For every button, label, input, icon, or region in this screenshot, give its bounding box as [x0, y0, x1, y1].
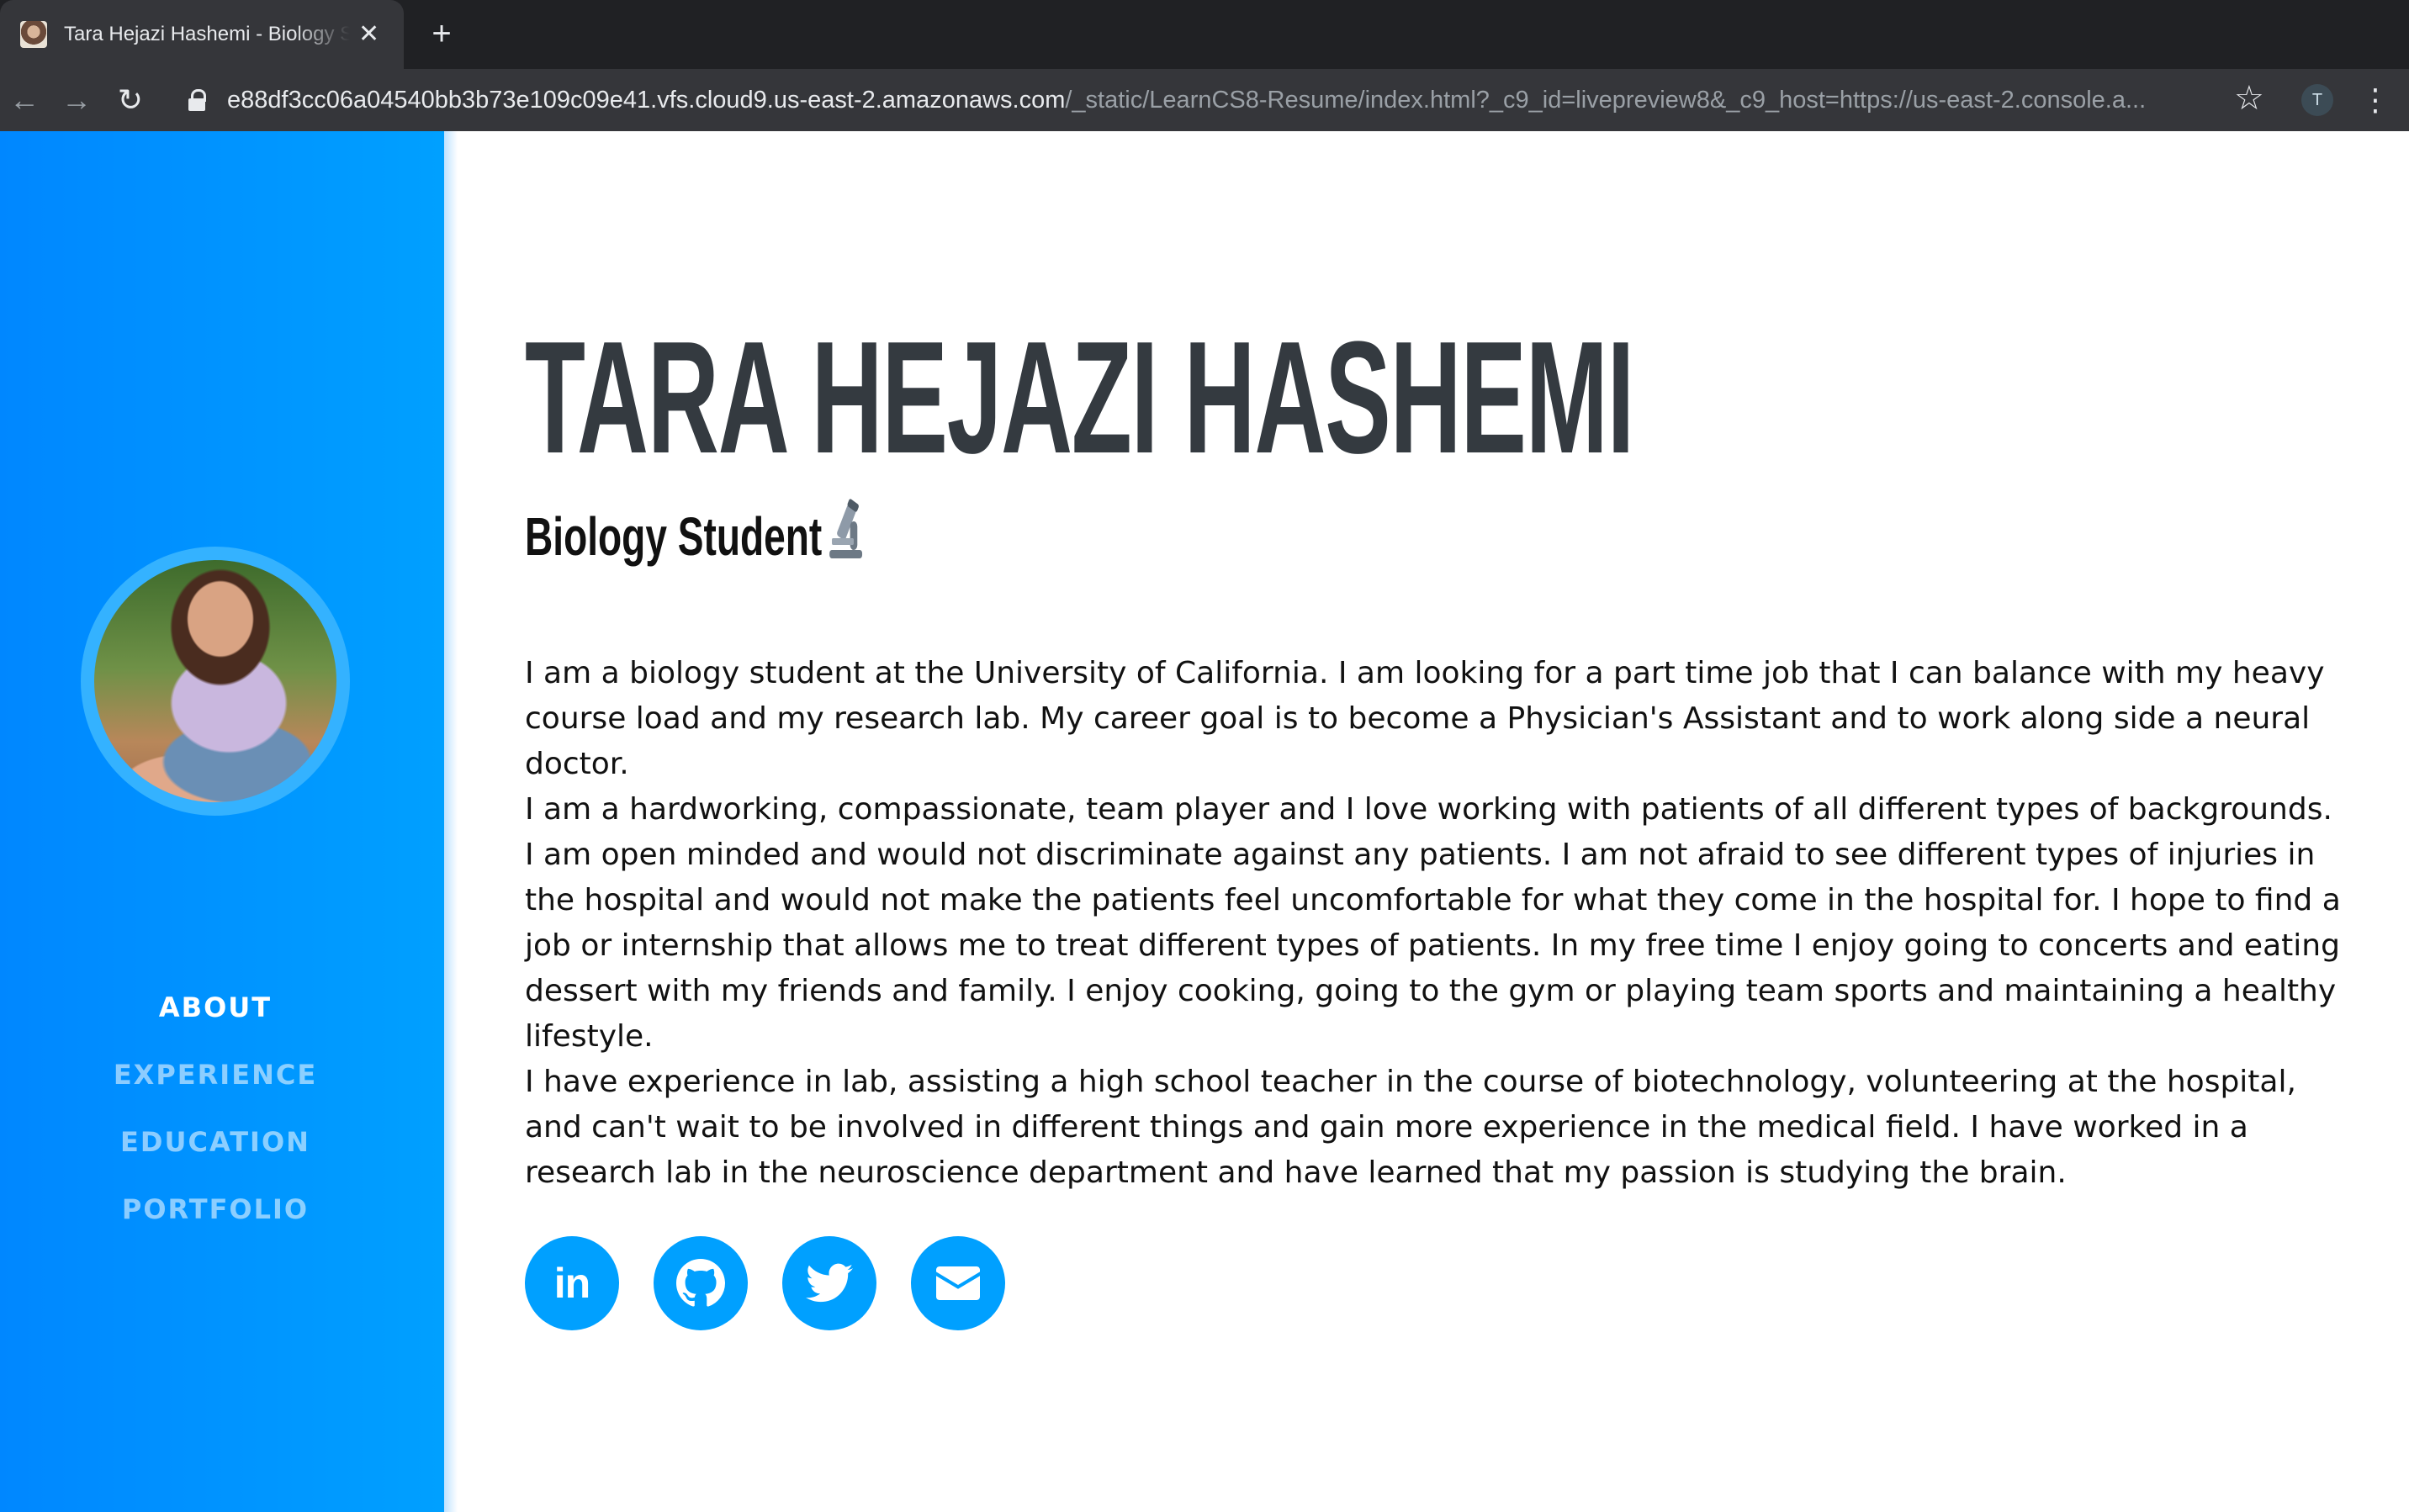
sidebar: ABOUT EXPERIENCE EDUCATION PORTFOLIO — [0, 131, 458, 1512]
profile-avatar[interactable]: T — [2301, 84, 2333, 116]
linkedin-button[interactable]: in — [525, 1236, 619, 1330]
browser-tab[interactable]: Tara Hejazi Hashemi - Biology Student ✕ — [0, 0, 404, 69]
forward-button[interactable]: → — [57, 81, 96, 119]
nav-item-about[interactable]: ABOUT — [0, 982, 431, 1049]
favicon-icon — [20, 21, 47, 48]
lock-icon[interactable] — [185, 87, 209, 113]
about-paragraph-1: I am a biology student at the University… — [525, 656, 2325, 781]
tab-title: Tara Hejazi Hashemi - Biology Student — [64, 23, 350, 45]
bookmark-star-icon[interactable]: ☆ — [2234, 79, 2264, 118]
twitter-icon — [806, 1263, 853, 1303]
page-title: TARA HEJAZI HASHEMI — [525, 309, 1634, 487]
github-icon — [676, 1259, 725, 1307]
nav-item-portfolio[interactable]: PORTFOLIO — [0, 1184, 431, 1251]
profile-photo — [94, 560, 336, 802]
url-path: /_static/LearnCS8-Resume/index.html?_c9_… — [1065, 86, 2147, 114]
email-icon — [936, 1266, 980, 1300]
browser-menu-icon[interactable]: ⋮ — [2360, 81, 2390, 119]
social-links: in — [525, 1236, 1005, 1330]
new-tab-button[interactable]: + — [424, 17, 459, 52]
linkedin-icon: in — [553, 1260, 590, 1307]
nav-item-education[interactable]: EDUCATION — [0, 1117, 431, 1184]
profile-photo-frame — [81, 547, 350, 816]
microscope-icon — [827, 498, 865, 560]
about-paragraph-3: I have experience in lab, assisting a hi… — [525, 1065, 2296, 1190]
nav-item-experience[interactable]: EXPERIENCE — [0, 1049, 431, 1117]
sidebar-nav: ABOUT EXPERIENCE EDUCATION PORTFOLIO — [0, 982, 431, 1251]
url-host: e88df3cc06a04540bb3b73e109c09e41.vfs.clo… — [227, 86, 1066, 114]
twitter-button[interactable] — [782, 1236, 876, 1330]
close-tab-icon[interactable]: ✕ — [358, 22, 379, 47]
reload-button[interactable]: ↻ — [111, 81, 150, 119]
url-text[interactable]: e88df3cc06a04540bb3b73e109c09e41.vfs.clo… — [227, 87, 2146, 114]
browser-tab-bar: Tara Hejazi Hashemi - Biology Student ✕ … — [0, 0, 2409, 69]
address-bar[interactable]: e88df3cc06a04540bb3b73e109c09e41.vfs.clo… — [168, 77, 2251, 123]
email-button[interactable] — [911, 1236, 1005, 1330]
subtitle-text: Biology Student — [525, 506, 823, 567]
subtitle: Biology Student — [525, 498, 865, 570]
back-button[interactable]: ← — [5, 81, 44, 119]
browser-toolbar: ← → ↻ e88df3cc06a04540bb3b73e109c09e41.v… — [0, 69, 2409, 131]
about-paragraph-2: I am a hardworking, compassionate, team … — [525, 792, 2341, 1054]
github-button[interactable] — [654, 1236, 748, 1330]
